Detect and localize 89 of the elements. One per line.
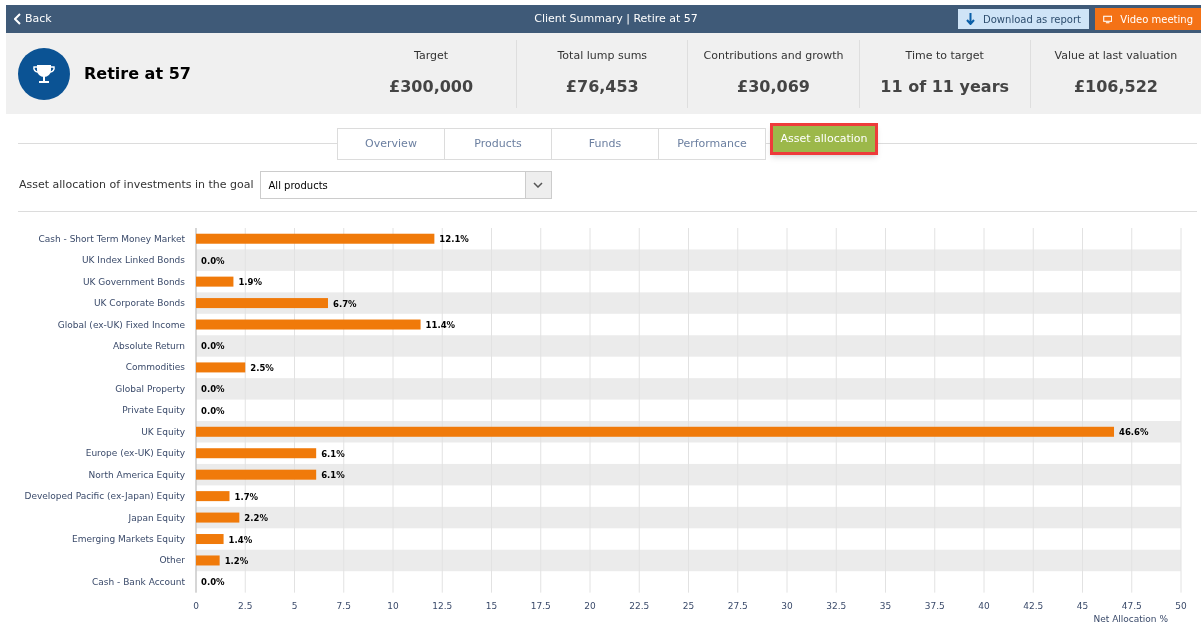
category-label: Absolute Return <box>112 341 185 351</box>
tab[interactable]: Performance <box>658 128 766 160</box>
stat-value: £300,000 <box>389 75 474 98</box>
chevron-left-icon <box>14 13 21 25</box>
value-label: 2.5% <box>250 362 274 373</box>
stat-value: £30,069 <box>737 75 810 98</box>
stat-label: Target <box>414 48 449 65</box>
tick-label: 7.5 <box>336 600 351 611</box>
tick-label: 47.5 <box>1121 600 1142 611</box>
tab[interactable]: Products <box>444 128 552 160</box>
page-title: Client Summary | Retire at 57 <box>533 10 699 27</box>
stat-label: Contributions and growth <box>703 48 844 65</box>
category-label: Global Property <box>115 383 185 394</box>
value-label: 1.9% <box>238 277 262 288</box>
tick-label: 30 <box>781 600 793 611</box>
value-label: 1.7% <box>234 491 259 502</box>
category-label: Europe (ex-UK) Equity <box>85 448 185 459</box>
bar <box>196 555 220 566</box>
value-label: 6.1% <box>321 448 345 459</box>
goal-title: Retire at 57 <box>84 62 191 85</box>
category-label: Developed Pacific (ex-Japan) Equity <box>24 491 185 502</box>
monitor-icon <box>1103 13 1113 25</box>
category-label: Emerging Markets Equity <box>72 534 185 545</box>
tick-label: 17.5 <box>530 600 551 611</box>
product-dropdown[interactable]: All products <box>259 171 552 199</box>
tab[interactable]: Funds <box>551 128 659 160</box>
value-label: 12.1% <box>439 234 469 245</box>
bar <box>196 491 230 502</box>
chevron-down-icon <box>533 182 544 188</box>
category-label: Other <box>159 555 185 566</box>
stat-value: £106,522 <box>1073 75 1158 98</box>
category-label: UK Equity <box>141 426 185 437</box>
category-label: Cash - Bank Account <box>92 576 185 587</box>
download-arrow-icon <box>966 13 976 25</box>
tick-label: 0 <box>193 600 199 611</box>
tick-label: 45 <box>1076 600 1089 611</box>
trophy-icon <box>18 47 70 100</box>
category-label: UK Government Bonds <box>82 276 185 287</box>
category-label: UK Corporate Bonds <box>94 298 185 309</box>
tick-label: 25 <box>682 600 695 611</box>
value-label: 0.0% <box>201 341 225 352</box>
bar <box>196 362 246 373</box>
tick-label: 12.5 <box>432 600 453 611</box>
value-label: 46.6% <box>1119 427 1149 438</box>
value-label: 1.2% <box>224 555 249 566</box>
value-label: 0.0% <box>201 405 225 416</box>
category-label: North America Equity <box>88 469 185 480</box>
value-label: 0.0% <box>201 384 225 395</box>
category-label: Japan Equity <box>128 512 185 523</box>
tick-label: 27.5 <box>727 600 748 611</box>
tick-label: 2.5 <box>238 600 253 611</box>
stat-value: £76,453 <box>565 75 639 98</box>
tick-label: 10 <box>387 600 399 611</box>
tick-label: 35 <box>879 600 892 611</box>
tab[interactable]: Overview <box>337 128 445 160</box>
tick-label: 22.5 <box>629 600 650 611</box>
value-label: 6.1% <box>321 470 345 481</box>
tick-label: 50 <box>1175 600 1187 611</box>
filter-label: Asset allocation of investments in the goal <box>19 176 254 193</box>
value-label: 11.4% <box>425 320 456 330</box>
tab[interactable]: Asset allocation <box>770 123 878 155</box>
tick-label: 20 <box>584 600 596 611</box>
value-label: 0.0% <box>201 255 225 266</box>
video-meeting-button[interactable]: Video meeting <box>1095 8 1201 30</box>
tick-label: 42.5 <box>1023 600 1044 611</box>
stat-value: 11 of 11 years <box>880 75 1010 98</box>
tick-label: 5 <box>291 600 298 611</box>
value-label: 6.7% <box>333 298 357 309</box>
tick-label: 40 <box>978 600 990 611</box>
stat-label: Time to target <box>905 48 984 65</box>
category-label: Commodities <box>125 362 185 373</box>
value-label: 1.4% <box>228 534 253 545</box>
category-label: Global (ex-UK) Fixed Income <box>57 319 185 330</box>
tick-label: 15 <box>485 600 498 611</box>
tick-label: 37.5 <box>924 600 945 611</box>
category-label: UK Index Linked Bonds <box>82 255 185 266</box>
back-button[interactable]: Back <box>6 10 52 28</box>
tick-label: 32.5 <box>826 600 847 611</box>
stat-label: Value at last valuation <box>1054 48 1178 65</box>
x-axis-title: Net Allocation % <box>1093 613 1168 624</box>
bar <box>196 512 240 523</box>
bar <box>196 276 234 287</box>
category-label: Private Equity <box>122 405 185 416</box>
stat-label: Total lump sums <box>557 48 648 65</box>
bar <box>196 534 224 545</box>
value-label: 0.0% <box>201 577 225 588</box>
download-report-button[interactable]: Download as report <box>958 9 1089 29</box>
value-label: 2.2% <box>244 513 268 524</box>
category-label: Cash - Short Term Money Market <box>38 233 185 244</box>
